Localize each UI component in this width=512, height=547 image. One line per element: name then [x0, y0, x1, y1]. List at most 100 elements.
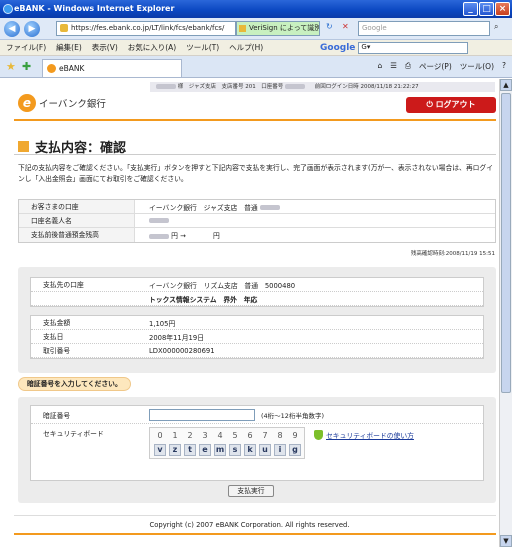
window-title: eBANK - Windows Internet Explorer [14, 4, 175, 13]
keypad-digit-key[interactable]: 4 [214, 430, 226, 442]
tools-menu[interactable]: ツール(O) [460, 61, 494, 72]
favorites-star-icon[interactable]: ★ [6, 61, 16, 72]
page-menu[interactable]: ページ(P) [419, 61, 452, 72]
table-row: 支払金額 1,105円 [31, 316, 483, 330]
table-row: 支払先の口座 イーバンク銀行 リズム支店 普通 5000480 [31, 278, 483, 292]
last-login: 前回ログイン日時 2008/11/18 21:22:27 [314, 84, 419, 90]
minimize-button[interactable]: _ [463, 2, 478, 16]
bank-name: イーバンク銀行 [39, 99, 106, 110]
keypad-digit-key[interactable]: 1 [169, 430, 181, 442]
address-bar: ◀ ▶ https://fes.ebank.co.jp/LT/link/fcs/… [0, 18, 512, 40]
url-input[interactable]: https://fes.ebank.co.jp/LT/link/fcs/eban… [56, 21, 236, 36]
keypad-letter-key[interactable]: m [214, 444, 226, 456]
maximize-button[interactable]: □ [479, 2, 494, 16]
scroll-down-icon[interactable]: ▼ [500, 535, 512, 547]
keypad-digit-key[interactable]: 6 [244, 430, 256, 442]
title-square-icon [18, 141, 29, 152]
close-button[interactable]: × [495, 2, 510, 16]
url-text: https://fes.ebank.co.jp/LT/link/fcs/eban… [71, 24, 225, 32]
instruction-text: 下記の支払内容をご確認ください。「支払実行」ボタンを押すと下記内容で支払を実行し… [18, 164, 494, 183]
keypad-digit-key[interactable]: 8 [274, 430, 286, 442]
logout-button[interactable]: ⏻ ログアウト [406, 97, 496, 113]
verisign-badge[interactable]: VeriSign によって識別 [236, 21, 320, 36]
keypad-letter-key[interactable]: s [229, 444, 241, 456]
feed-icon[interactable]: ☰ [390, 61, 397, 72]
shield-icon [314, 430, 323, 440]
home-icon[interactable]: ⌂ [378, 61, 383, 72]
back-icon[interactable]: ◀ [4, 21, 20, 37]
menu-file[interactable]: ファイル(F) [6, 42, 46, 53]
header-divider [14, 119, 496, 121]
date-label: 支払日 [31, 330, 135, 343]
payee-label: 支払先の口座 [31, 278, 135, 291]
payee-table: 支払先の口座 イーバンク銀行 リズム支店 普通 5000480 トックス情報シス… [30, 277, 484, 307]
logout-label: ログアウト [435, 100, 476, 109]
keypad-digit-key[interactable]: 5 [229, 430, 241, 442]
menu-edit[interactable]: 編集(E) [56, 42, 82, 53]
masked-balance-before [149, 233, 169, 239]
ebank-logo-icon: e [18, 94, 36, 112]
security-help-text: セキュリティボードの使い方 [326, 432, 414, 440]
bank-logo[interactable]: e イーバンク銀行 [18, 93, 106, 113]
print-icon[interactable]: ⎙ [405, 61, 411, 72]
keypad-letter-key[interactable]: u [259, 444, 271, 456]
tab-ebank[interactable]: eBANK [42, 59, 182, 77]
google-logo: Google [320, 43, 356, 53]
keypad-letter-key[interactable]: g [289, 444, 301, 456]
payee-name-label [31, 292, 135, 305]
keypad-letter-key[interactable]: v [154, 444, 166, 456]
menu-tools[interactable]: ツール(T) [186, 42, 219, 53]
search-icon[interactable]: ⌕ [494, 22, 498, 32]
lock-icon [239, 25, 246, 32]
table-row: 支払前後普通預金残高 円 → 円 [19, 228, 495, 242]
payee-value: イーバンク銀行 リズム支店 普通 5000480 [149, 281, 296, 290]
balance-label: 支払前後普通預金残高 [19, 228, 135, 242]
title-divider [14, 154, 496, 155]
ie-icon [3, 4, 13, 14]
stop-icon[interactable]: ✕ [342, 22, 349, 31]
search-input[interactable]: Google [358, 21, 490, 36]
amount-value: 1,105円 [149, 319, 176, 328]
help-icon[interactable]: ? [502, 61, 506, 72]
keypad-digit-key[interactable]: 9 [289, 430, 301, 442]
footer-bar [14, 533, 496, 535]
google-search-input[interactable]: G▾ [358, 42, 469, 54]
masked-number [259, 205, 280, 210]
menu-favorites[interactable]: お気に入り(A) [128, 42, 176, 53]
menu-help[interactable]: ヘルプ(H) [229, 42, 263, 53]
table-row: 取引番号 LDX000000280691 [31, 344, 483, 358]
vertical-scrollbar[interactable]: ▲ ▼ [499, 79, 512, 547]
scroll-thumb[interactable] [501, 93, 511, 393]
keypad-letter-key[interactable]: e [199, 444, 211, 456]
security-help-link[interactable]: セキュリティボードの使い方 [314, 430, 414, 440]
scroll-up-icon[interactable]: ▲ [500, 79, 512, 91]
refresh-icon[interactable]: ↻ [326, 22, 333, 31]
keypad-digit-key[interactable]: 0 [154, 430, 166, 442]
keypad-letter-key[interactable]: t [184, 444, 196, 456]
google-toolbar: Google G▾ [320, 41, 469, 55]
pin-input[interactable] [149, 409, 255, 421]
balance-value: 円 → 円 [171, 232, 220, 240]
keypad-digit-key[interactable]: 7 [259, 430, 271, 442]
holder-label: 口座名義人名 [19, 214, 135, 227]
keypad-letter-key[interactable]: z [169, 444, 181, 456]
payee-name: トックス情報システム 界外 年応 [149, 295, 258, 304]
table-row: トックス情報システム 界外 年応 [31, 292, 483, 306]
pin-table: 暗証番号 (4桁〜12桁半角数字) セキュリティボード 0123456789 v… [30, 405, 484, 481]
execute-payment-button[interactable]: 支払実行 [228, 485, 274, 497]
tab-bar: ★ ✚ eBANK ⌂ ☰ ⎙ ページ(P) ツール(O) ? [0, 56, 512, 78]
txn-label: 取引番号 [31, 344, 135, 357]
date-value: 2008年11月19日 [149, 333, 204, 342]
add-favorites-icon[interactable]: ✚ [22, 61, 31, 72]
menu-view[interactable]: 表示(V) [92, 42, 118, 53]
keypad-letter-key[interactable]: k [244, 444, 256, 456]
table-row: 支払日 2008年11月19日 [31, 330, 483, 344]
keypad-digit-key[interactable]: 3 [199, 430, 211, 442]
keypad-letter-key[interactable]: i [274, 444, 286, 456]
security-board-label: セキュリティボード [43, 430, 104, 438]
favicon-icon [47, 64, 56, 73]
txn-value: LDX000000280691 [149, 346, 215, 355]
customer-info-bar: 様 ジャズ支店 支店番号 201 口座番号 前回ログイン日時 2008/11/1… [150, 82, 495, 92]
forward-icon[interactable]: ▶ [24, 21, 40, 37]
keypad-digit-key[interactable]: 2 [184, 430, 196, 442]
